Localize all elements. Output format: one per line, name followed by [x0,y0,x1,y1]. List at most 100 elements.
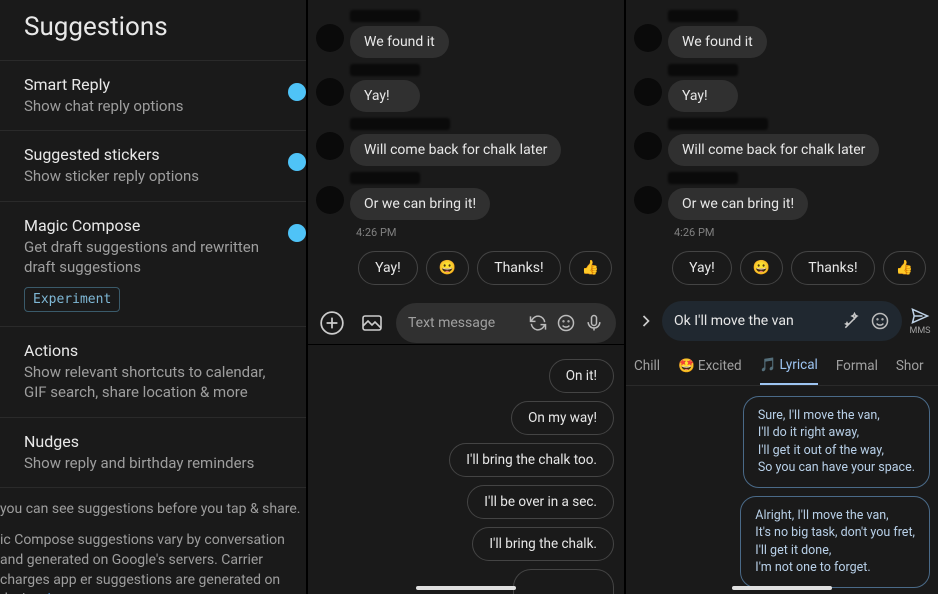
message-row: Yay! [316,64,616,112]
footer-note-2: ic Compose suggestions vary by conversat… [0,531,306,594]
setting-label: Actions [24,341,282,360]
quick-reply-row: Yay! 😀 Thanks! 👍 [626,247,938,295]
tab-chill[interactable]: Chill [634,358,660,384]
toggle-switch[interactable] [288,83,306,101]
message-list: We found it Yay! Will come back for chal… [308,0,624,247]
send-button[interactable]: MMS [906,306,934,336]
setting-nudges[interactable]: Nudges Show reply and birthday reminders [0,417,306,487]
chevron-right-icon[interactable] [630,311,662,331]
compose-row: Ok I'll move the van MMS [626,295,938,347]
suggestion-chip-cut[interactable] [513,569,614,594]
avatar [316,186,344,214]
compose-input[interactable]: Ok I'll move the van [662,301,902,341]
suggestion-chip[interactable]: I'll be over in a sec. [467,485,614,519]
quick-reply-row: Yay! 😀 Thanks! 👍 [308,247,624,295]
redacted-name [350,10,420,22]
magic-wand-icon[interactable] [842,311,862,331]
gallery-icon[interactable] [356,307,388,339]
message-row: Or we can bring it! [634,172,930,220]
add-icon[interactable] [316,307,348,339]
message-row: Or we can bring it! [316,172,616,220]
avatar [634,132,662,160]
quick-reply-chip[interactable]: Thanks! [477,251,560,285]
suggestion-chip[interactable]: On it! [549,359,614,393]
quick-reply-emoji-chip[interactable]: 😀 [740,251,783,285]
setting-suggested-stickers[interactable]: Suggested stickers Show sticker reply op… [0,130,306,200]
quick-reply-chip[interactable]: Thanks! [791,251,874,285]
message-bubble: Or we can bring it! [350,188,490,220]
style-tabs: Chill 🤩Excited 🎵Lyrical Formal Shor [626,347,938,386]
avatar [634,186,662,214]
compose-row: Text message [308,295,624,351]
message-bubble: We found it [350,26,449,58]
lyric-suggestion[interactable]: Sure, I'll move the van, I'll do it righ… [743,396,930,488]
message-bubble: We found it [668,26,767,58]
message-row: We found it [316,10,616,58]
redacted-name [668,172,738,184]
timestamp: 4:26 PM [674,226,930,239]
avatar [316,78,344,106]
message-bubble: Yay! [350,80,420,112]
lyric-suggestions: Sure, I'll move the van, I'll do it righ… [626,386,938,594]
suggestion-drawer: On it! On my way! I'll bring the chalk t… [308,344,624,594]
avatar [316,24,344,52]
send-icon [910,306,930,326]
compose-value: Ok I'll move the van [674,313,834,329]
timestamp: 4:26 PM [356,226,616,239]
emoji-icon[interactable] [556,313,576,333]
quick-reply-emoji-chip[interactable]: 👍 [883,251,926,285]
home-indicator [416,586,516,590]
tab-short[interactable]: Shor [896,358,924,384]
redacted-name [668,118,768,130]
message-row: We found it [634,10,930,58]
setting-smart-reply[interactable]: Smart Reply Show chat reply options [0,60,306,130]
quick-reply-emoji-chip[interactable]: 👍 [569,251,612,285]
suggestion-chip[interactable]: On my way! [511,401,614,435]
mic-icon[interactable] [584,313,604,333]
mms-label: MMS [909,326,930,336]
redacted-name [350,172,420,184]
quick-reply-chip[interactable]: Yay! [672,251,732,285]
setting-desc: Show relevant shortcuts to calendar, GIF… [24,362,282,403]
home-indicator [732,586,832,590]
redacted-name [350,118,450,130]
toggle-switch[interactable] [288,153,306,171]
toggle-switch[interactable] [288,224,306,242]
setting-actions[interactable]: Actions Show relevant shortcuts to calen… [0,326,306,417]
settings-panel: Suggestions Smart Reply Show chat reply … [0,0,306,594]
refresh-icon[interactable] [528,313,548,333]
compose-placeholder: Text message [408,315,520,331]
quick-reply-emoji-chip[interactable]: 😀 [426,251,469,285]
setting-label: Smart Reply [24,75,282,94]
tab-excited[interactable]: 🤩Excited [678,358,742,384]
experiment-badge: Experiment [24,287,120,312]
redacted-name [668,64,738,76]
chat-panel-magic-compose: We found it Yay! Will come back for chal… [624,0,938,594]
message-bubble: Yay! [668,80,738,112]
lyric-suggestion[interactable]: Alright, I'll move the van, It's no big … [740,496,930,588]
quick-reply-chip[interactable]: Yay! [358,251,418,285]
chat-panel-suggestions: We found it Yay! Will come back for chal… [306,0,624,594]
suggestion-chip[interactable]: I'll bring the chalk. [472,527,614,561]
message-row: Yay! [634,64,930,112]
setting-label: Suggested stickers [24,145,282,164]
page-title: Suggestions [0,0,306,60]
tab-lyrical[interactable]: 🎵Lyrical [760,357,818,385]
avatar [634,24,662,52]
redacted-name [668,10,738,22]
tab-formal[interactable]: Formal [836,358,878,384]
avatar [316,132,344,160]
setting-desc: Show chat reply options [24,96,282,116]
message-list: We found it Yay! Will come back for chal… [626,0,938,247]
setting-magic-compose[interactable]: Magic Compose Get draft suggestions and … [0,201,306,327]
compose-input[interactable]: Text message [396,303,616,343]
setting-label: Magic Compose [24,216,282,235]
message-row: Will come back for chalk later [316,118,616,166]
message-bubble: Or we can bring it! [668,188,808,220]
emoji-icon[interactable] [870,311,890,331]
footer-note-1: you can see suggestions before you tap &… [0,487,306,532]
setting-label: Nudges [24,432,282,451]
message-row: Will come back for chalk later [634,118,930,166]
setting-desc: Show reply and birthday reminders [24,453,282,473]
suggestion-chip[interactable]: I'll bring the chalk too. [449,443,614,477]
